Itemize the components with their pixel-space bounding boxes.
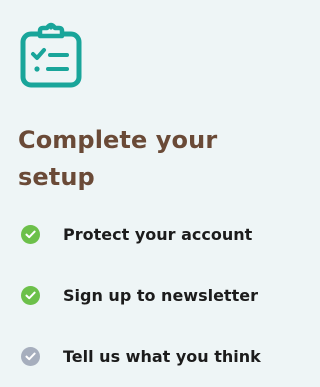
setup-step-newsletter[interactable]: Sign up to newsletter	[21, 280, 281, 310]
check-icon	[21, 285, 40, 305]
setup-card: Complete your setup Protect your account…	[0, 0, 284, 387]
check-icon	[21, 346, 40, 366]
page-title: Complete your setup	[18, 126, 218, 191]
setup-step-protect-account[interactable]: Protect your account	[21, 219, 281, 249]
setup-step-feedback[interactable]: Tell us what you think	[21, 341, 281, 371]
setup-steps-list: Protect your account Sign up to newslett…	[21, 219, 281, 387]
step-label: Sign up to newsletter	[63, 285, 258, 305]
clipboard-checklist-icon	[20, 22, 82, 88]
step-label: Protect your account	[63, 224, 253, 244]
check-icon	[21, 224, 40, 244]
step-label: Tell us what you think	[63, 346, 261, 366]
